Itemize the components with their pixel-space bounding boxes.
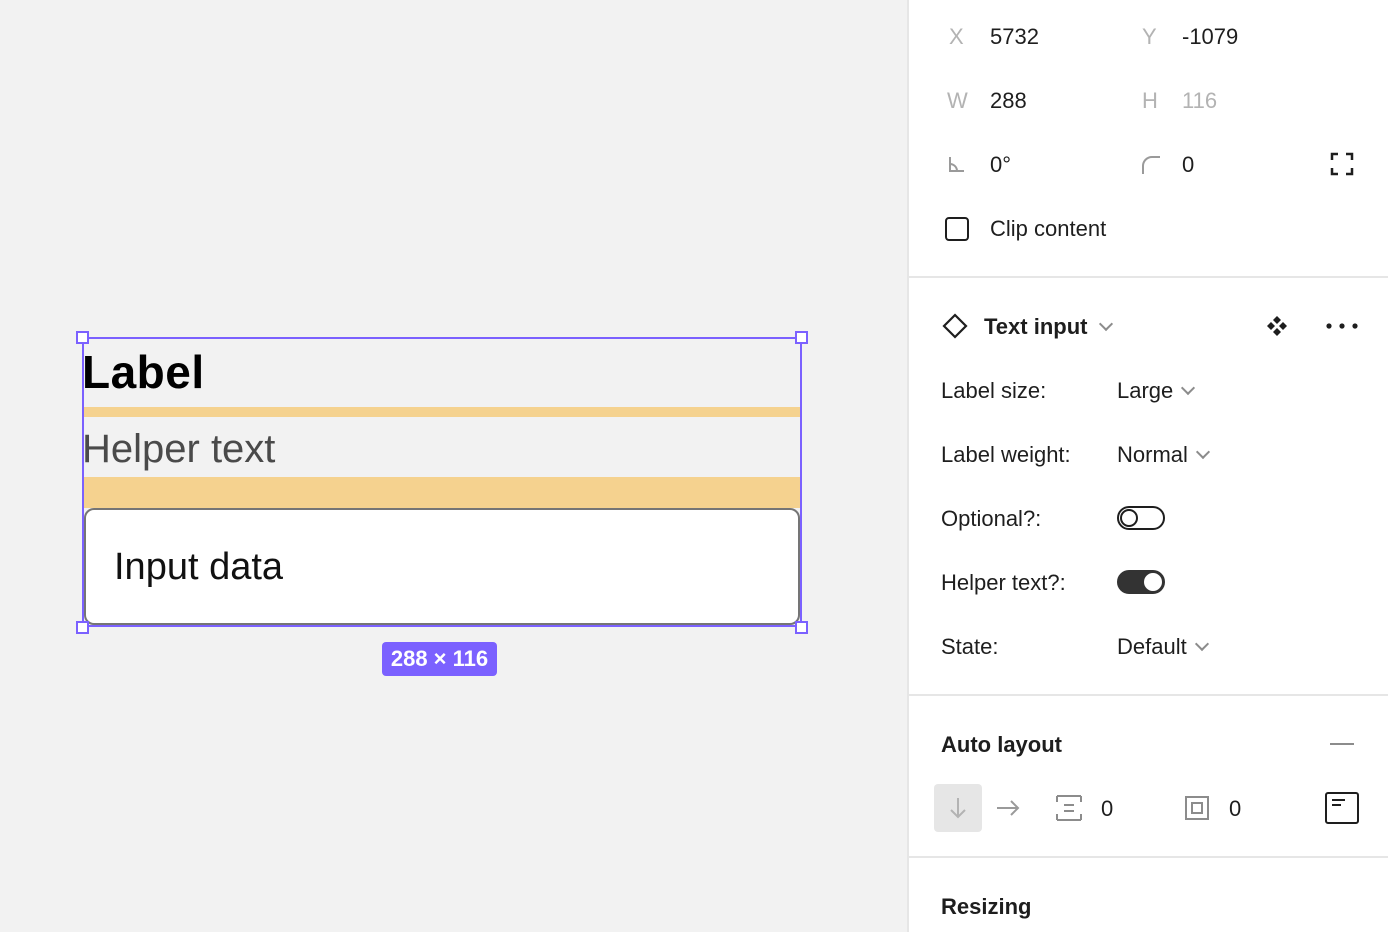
optional-label: Optional?: (941, 506, 1042, 531)
h-input[interactable]: 116 (1182, 88, 1217, 114)
component-name-dropdown[interactable]: Text input (984, 314, 1114, 340)
divider (909, 856, 1388, 858)
selection-size-badge: 288 × 116 (382, 642, 497, 676)
w-input[interactable]: 288 (990, 88, 1027, 114)
state-dropdown[interactable]: Default (1117, 634, 1209, 660)
alignment-icon[interactable] (1325, 792, 1359, 824)
resize-handle-top-left[interactable] (76, 331, 89, 344)
toggle-knob (1144, 573, 1162, 591)
go-to-main-component-icon[interactable] (1265, 314, 1289, 338)
h-label: H (1142, 88, 1158, 113)
label-size-value: Large (1117, 378, 1174, 403)
label-weight-label: Label weight: (941, 442, 1071, 467)
radius-input[interactable]: 0 (1182, 152, 1194, 178)
padding-input[interactable]: 0 (1229, 796, 1241, 822)
design-canvas[interactable]: Label Helper text Input data 288 × 116 (0, 0, 907, 932)
divider (909, 694, 1388, 696)
input-data-text[interactable]: Input data (114, 546, 283, 589)
clip-content-checkbox[interactable] (945, 217, 969, 241)
state-label: State: (941, 634, 999, 659)
arrow-down-icon (950, 798, 966, 819)
rotation-icon (949, 157, 964, 172)
label-weight-value: Normal (1117, 442, 1188, 467)
x-label: X (949, 24, 964, 49)
state-value: Default (1117, 634, 1187, 659)
chevron-down-icon (1195, 444, 1210, 460)
component-instance-icon (942, 313, 968, 339)
properties-panel: X 5732 Y -1079 W 288 H 116 0° 0 Clip con… (907, 0, 1388, 932)
remove-auto-layout-icon[interactable] (1330, 742, 1354, 746)
optional-toggle[interactable] (1117, 506, 1165, 530)
label-size-dropdown[interactable]: Large (1117, 378, 1196, 404)
arrow-right-icon[interactable] (995, 798, 1021, 818)
toggle-knob (1120, 509, 1138, 527)
component-name: Text input (984, 314, 1088, 339)
clip-content-label: Clip content (990, 216, 1107, 241)
chevron-down-icon (1181, 380, 1196, 396)
more-options-icon[interactable] (1325, 319, 1359, 333)
text-input-component[interactable]: Label Helper text Input data (82, 337, 802, 627)
helper-text-label: Helper text?: (941, 570, 1066, 595)
x-input[interactable]: 5732 (990, 24, 1039, 50)
auto-layout-title: Auto layout (941, 732, 1062, 757)
spacing-band (82, 407, 802, 417)
rotation-input[interactable]: 0° (990, 152, 1011, 178)
spacing-band (82, 477, 802, 508)
gap-input[interactable]: 0 (1101, 796, 1113, 822)
y-label: Y (1142, 24, 1157, 49)
resizing-title: Resizing (941, 894, 1032, 919)
vertical-direction-button[interactable] (934, 784, 982, 832)
y-input[interactable]: -1079 (1182, 24, 1238, 50)
divider (909, 276, 1388, 278)
chevron-down-icon (1194, 636, 1209, 652)
independent-corners-icon[interactable] (1330, 152, 1354, 176)
label-size-label: Label size: (941, 378, 1047, 403)
label-text[interactable]: Label (82, 345, 205, 399)
chevron-down-icon (1099, 316, 1114, 332)
padding-icon (1185, 796, 1209, 820)
spacing-between-icon (1056, 795, 1082, 821)
resize-handle-bottom-right[interactable] (795, 621, 808, 634)
input-field-box[interactable]: Input data (84, 508, 800, 625)
helper-text-toggle[interactable] (1117, 570, 1165, 594)
w-label: W (947, 88, 968, 113)
resize-handle-bottom-left[interactable] (76, 621, 89, 634)
corner-radius-icon (1142, 156, 1160, 174)
resize-handle-top-right[interactable] (795, 331, 808, 344)
helper-text[interactable]: Helper text (82, 427, 275, 472)
label-weight-dropdown[interactable]: Normal (1117, 442, 1210, 468)
